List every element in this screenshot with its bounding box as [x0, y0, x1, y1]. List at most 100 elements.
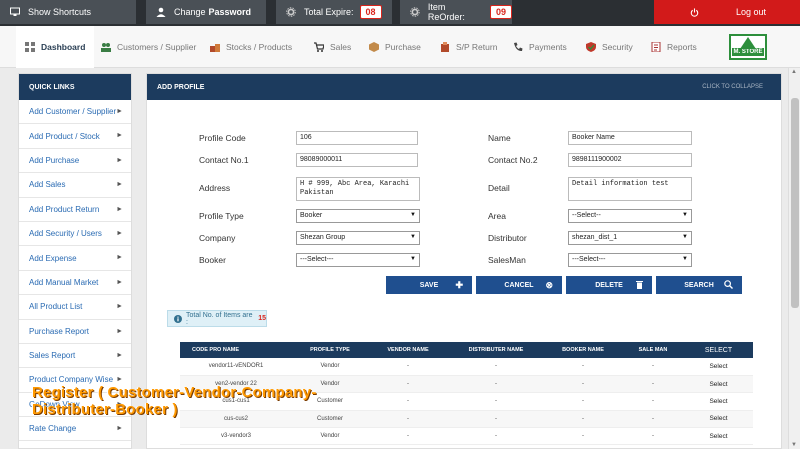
caption-overlay: Register ( Customer-Vendor-Company- Dist… [32, 384, 317, 418]
column-header: DISTRIBUTER NAME [448, 342, 544, 358]
select-link[interactable]: Select [684, 427, 753, 446]
booker-select[interactable]: ---Select--- ▼ [296, 253, 420, 267]
scroll-down-icon[interactable]: ▼ [791, 442, 797, 448]
chevron-down-icon: ▼ [682, 212, 688, 218]
total-expire-button[interactable]: Total Expire: 08 [276, 0, 392, 24]
gear-icon [286, 7, 296, 17]
logout-button[interactable]: Log out [654, 0, 800, 24]
nav-item-payments[interactable]: Payments [513, 26, 567, 68]
search-label: SEARCH [684, 281, 714, 289]
sidebar-item-purchase-report[interactable]: Purchase Report ► [19, 320, 131, 344]
area-select[interactable]: --Select-- ▼ [568, 209, 692, 223]
booker-value: ---Select--- [300, 256, 334, 263]
sidebar-item-add-security-users[interactable]: Add Security / Users ► [19, 222, 131, 247]
salesman-label: SalesMan [488, 255, 526, 265]
nav-item-security[interactable]: Security [586, 26, 633, 68]
profile-code-input[interactable]: 106 [296, 131, 418, 145]
table-cell: - [448, 392, 544, 411]
sidebar-item-add-expense[interactable]: Add Expense ► [19, 246, 131, 271]
search-button[interactable]: SEARCH [656, 276, 742, 294]
password-label: Password [208, 7, 252, 17]
sidebar-item-label: Add Security / Users [29, 229, 102, 239]
gear-icon [410, 7, 420, 17]
user-icon [156, 7, 166, 17]
select-link[interactable]: Select [684, 375, 753, 394]
sidebar-item-add-sales[interactable]: Add Sales ► [19, 173, 131, 198]
search-icon [724, 280, 733, 291]
address-textarea[interactable]: H # 999, Abc Area, Karachi Pakistan [296, 177, 420, 201]
m-store-logo[interactable]: M. STORE [729, 34, 767, 60]
chevron-down-icon: ▼ [410, 256, 416, 262]
chevron-right-icon: ► [116, 205, 123, 213]
sidebar-item-label: Purchase Report [29, 326, 90, 336]
table-cell: v3-vendor3 [180, 427, 292, 446]
grid-icon [25, 42, 35, 52]
nav-label: Payments [529, 42, 567, 52]
scroll-up-icon[interactable]: ▲ [791, 69, 797, 75]
salesman-select[interactable]: ---Select--- ▼ [568, 253, 692, 267]
company-select[interactable]: Shezan Group ▼ [296, 231, 420, 245]
nav-label: S/P Return [456, 42, 498, 52]
page-scrollbar[interactable]: ▲ ▼ [788, 68, 800, 449]
nav-item-sp-return[interactable]: S/P Return [440, 26, 497, 68]
name-input[interactable]: Booker Name [568, 131, 692, 145]
sidebar-item-add-manual-market[interactable]: Add Manual Market ► [19, 271, 131, 296]
contact2-input[interactable]: 9898111900002 [568, 153, 692, 167]
panel-header: ADD PROFILE CLICK TO COLLAPSE [147, 74, 781, 100]
profile-type-select[interactable]: Booker ▼ [296, 209, 420, 223]
nav-item-purchase[interactable]: Purchase [369, 26, 421, 68]
company-label: Company [199, 233, 236, 243]
change-label: Change [174, 7, 206, 17]
table-cell: - [368, 427, 448, 446]
power-icon [690, 7, 699, 17]
cart-icon [314, 42, 324, 52]
detail-textarea[interactable]: Detail information test [568, 177, 692, 201]
item-reorder-button[interactable]: Item ReOrder: 09 [400, 0, 512, 24]
close-circle-icon: ⊗ [545, 280, 553, 290]
table-cell: - [622, 410, 684, 429]
table-cell: - [448, 375, 544, 394]
save-button[interactable]: SAVE ✚ [386, 276, 472, 294]
sidebar-item-rate-change[interactable]: Rate Change ► [19, 417, 131, 442]
nav-item-customers-supplier[interactable]: Customers / Supplier [101, 26, 196, 68]
collapse-link[interactable]: CLICK TO COLLAPSE [702, 84, 763, 90]
contact1-input[interactable]: 98089000011 [296, 153, 418, 167]
nav-item-reports[interactable]: Reports [651, 26, 697, 68]
nav-label: Stocks / Products [226, 42, 293, 52]
sidebar-item-all-product-list[interactable]: All Product List ► [19, 295, 131, 320]
scrollbar-thumb[interactable] [791, 98, 799, 308]
sidebar-item-add-customer-supplier[interactable]: Add Customer / Supplier ► [19, 100, 131, 125]
nav-item-dashboard[interactable]: Dashboard [16, 26, 94, 68]
delete-button[interactable]: DELETE [566, 276, 652, 294]
delete-label: DELETE [595, 281, 623, 289]
distributor-select[interactable]: shezan_dist_1 ▼ [568, 231, 692, 245]
profile-code-label: Profile Code [199, 133, 246, 143]
sidebar-item-label: Rate Change [29, 424, 77, 434]
column-header: SELECT [684, 342, 753, 358]
select-link[interactable]: Select [684, 358, 753, 376]
item-reorder-badge: 09 [489, 5, 512, 19]
total-items-info: Total No. of Items are : 15 [167, 310, 267, 327]
nav-item-stocks-products[interactable]: Stocks / Products [210, 26, 292, 68]
table-cell: - [448, 358, 544, 376]
sidebar-item-sales-report[interactable]: Sales Report ► [19, 344, 131, 369]
sidebar-item-add-product-stock[interactable]: Add Product / Stock ► [19, 124, 131, 149]
show-shortcuts-button[interactable]: Show Shortcuts [0, 0, 136, 24]
table-cell: - [544, 427, 622, 446]
box-icon [369, 42, 379, 52]
sidebar-item-add-purchase[interactable]: Add Purchase ► [19, 149, 131, 174]
table-cell: - [622, 375, 684, 394]
select-link[interactable]: Select [684, 392, 753, 411]
select-link[interactable]: Select [684, 410, 753, 429]
sidebar-item-add-product-return[interactable]: Add Product Return ► [19, 198, 131, 222]
table-cell: - [622, 427, 684, 446]
sidebar-item-label: Add Manual Market [29, 277, 99, 287]
sidebar-item-label: Add Product Return [29, 204, 100, 214]
profile-type-value: Booker [300, 212, 323, 219]
nav-item-sales[interactable]: Sales [314, 26, 351, 68]
cancel-button[interactable]: CANCEL ⊗ [476, 276, 562, 294]
company-value: Shezan Group [300, 234, 346, 241]
change-password-button[interactable]: Change Password [146, 0, 266, 24]
table-cell: Vendor [292, 358, 368, 376]
chevron-right-icon: ► [116, 229, 123, 237]
